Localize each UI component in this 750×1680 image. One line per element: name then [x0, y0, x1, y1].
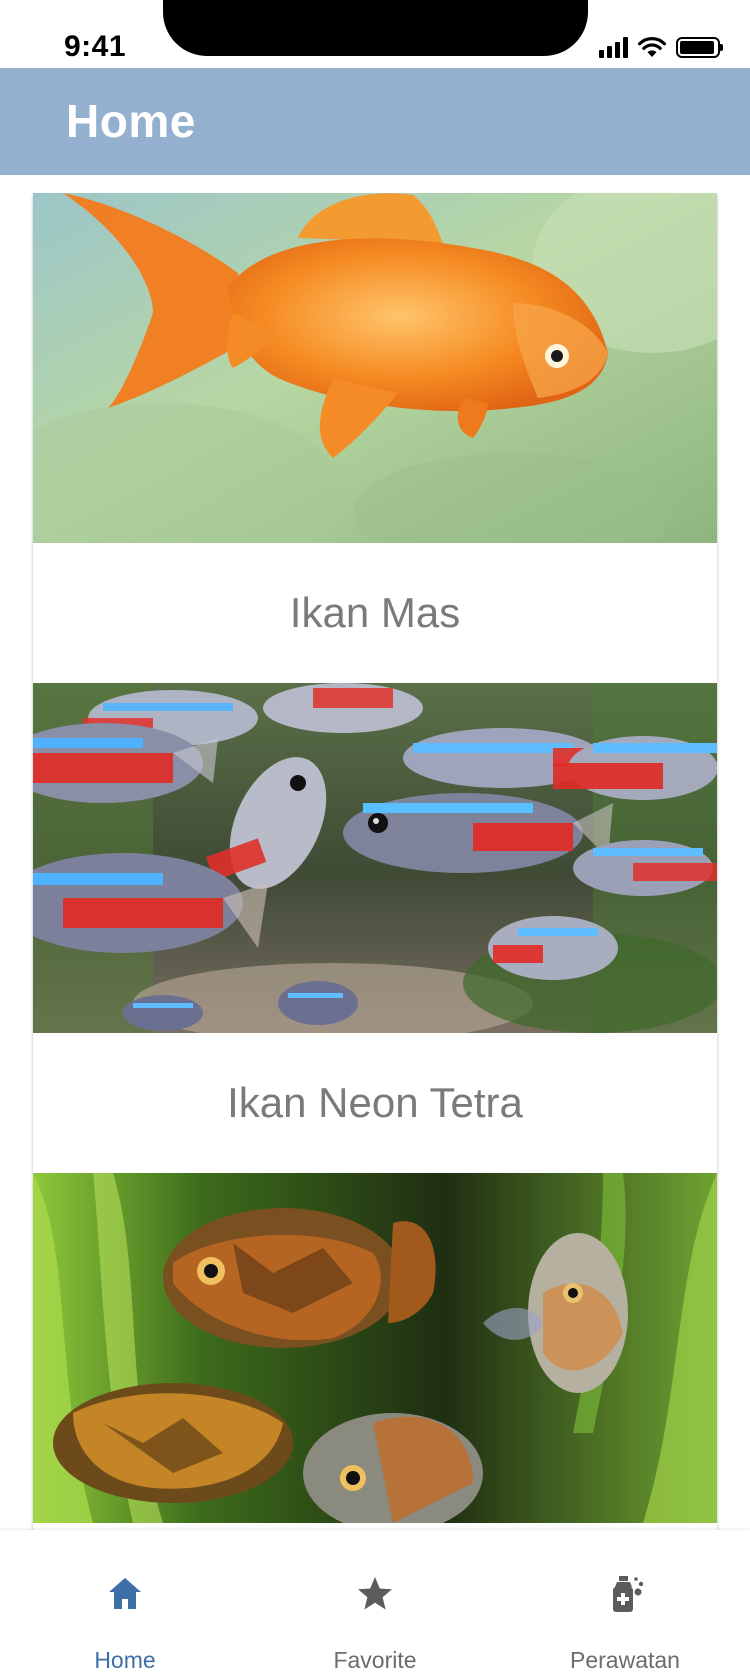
- status-bar: 9:41: [0, 0, 750, 68]
- signal-icon: [599, 36, 628, 58]
- fish-card-3[interactable]: [33, 1173, 717, 1530]
- fish-name-label: [33, 1523, 717, 1530]
- fish-card-ikan-neon-tetra[interactable]: Ikan Neon Tetra: [33, 683, 717, 1173]
- neon-tetra-image: [33, 683, 717, 1033]
- fish-list[interactable]: Ikan Mas Ikan Neon Tetra: [0, 175, 750, 1530]
- nav-perawatan-label: Perawatan: [570, 1647, 680, 1673]
- nav-favorite[interactable]: Favorite: [250, 1530, 500, 1680]
- fish-card-ikan-mas[interactable]: Ikan Mas: [33, 193, 717, 683]
- status-time: 9:41: [64, 30, 127, 63]
- nav-home-label: Home: [94, 1647, 156, 1673]
- battery-icon: [676, 36, 723, 58]
- app-bar: Home: [0, 68, 750, 175]
- spray-bottle-icon: [613, 1576, 644, 1612]
- fish-name-label: Ikan Neon Tetra: [227, 1079, 523, 1126]
- notch: [163, 0, 588, 56]
- status-icons: [599, 32, 723, 62]
- page-title: Home: [66, 95, 196, 147]
- nav-perawatan[interactable]: Perawatan: [500, 1530, 750, 1680]
- home-icon: [109, 1578, 141, 1609]
- nav-home[interactable]: Home: [0, 1530, 250, 1680]
- wifi-icon: [638, 37, 666, 57]
- nav-favorite-label: Favorite: [333, 1647, 417, 1673]
- fish-name-label: Ikan Mas: [289, 589, 461, 636]
- oscar-fish-image: [33, 1173, 717, 1523]
- goldfish-image: [33, 193, 717, 543]
- star-icon: [358, 1577, 392, 1610]
- bottom-nav: Home Favorite Perawatan: [0, 1530, 750, 1680]
